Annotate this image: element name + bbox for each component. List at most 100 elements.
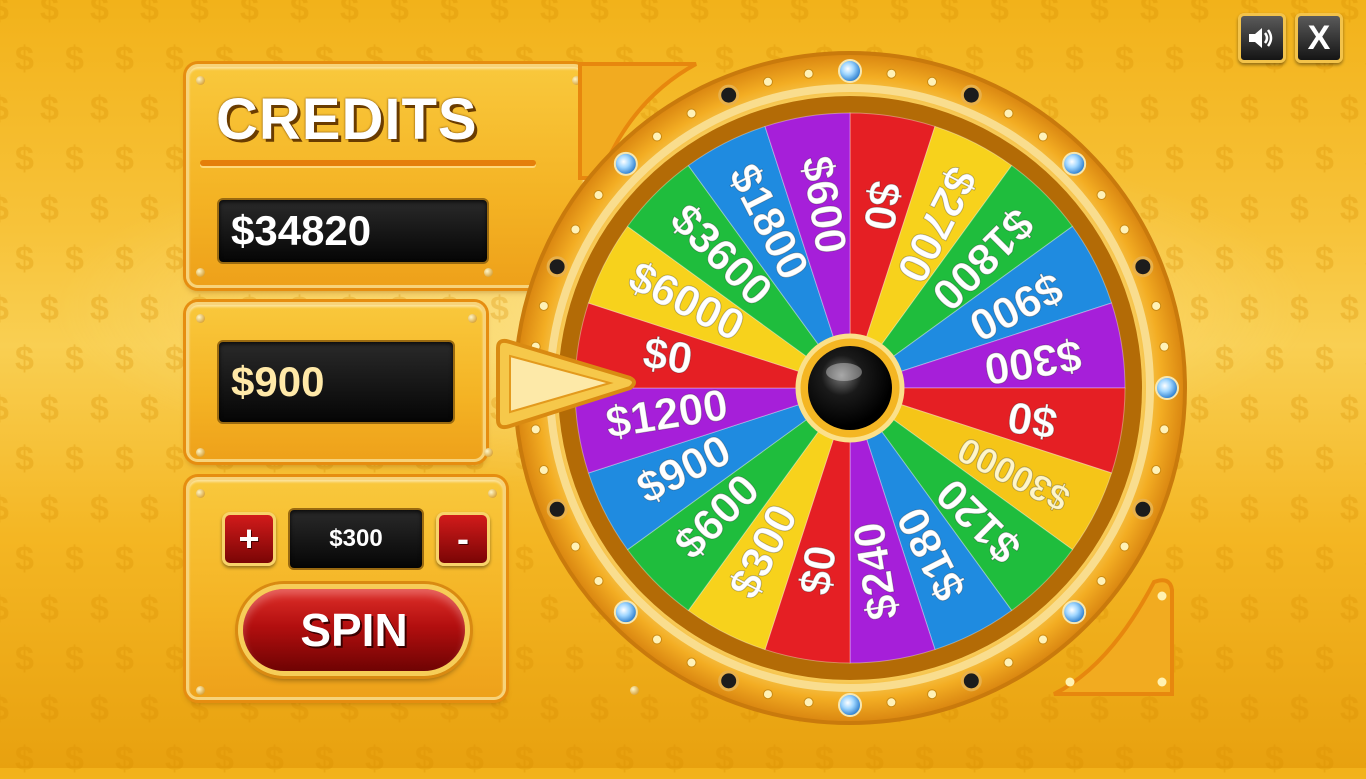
rivet <box>484 268 493 277</box>
dollar-pattern-glyph: $ <box>40 190 59 228</box>
dollar-pattern-glyph: $ <box>15 240 34 278</box>
dollar-pattern-glyph: $ <box>1215 240 1234 278</box>
dollar-pattern-glyph: $ <box>140 290 159 328</box>
rim-stud <box>652 131 663 142</box>
rim-bolt <box>546 498 568 520</box>
dollar-pattern-glyph: $ <box>1240 490 1259 528</box>
rim-stud <box>886 697 897 708</box>
dollar-pattern-glyph: $ <box>165 640 184 678</box>
dollar-pattern-glyph: $ <box>0 90 9 129</box>
dollar-pattern-glyph: $ <box>490 290 509 328</box>
dollar-pattern-glyph: $ <box>15 40 34 78</box>
dollar-pattern-glyph: $ <box>1290 290 1309 328</box>
rim-stud <box>593 575 604 586</box>
dollar-pattern-glyph: $ <box>40 390 59 428</box>
dollar-pattern-glyph: $ <box>1215 740 1234 778</box>
dollar-pattern-glyph: $ <box>65 140 84 178</box>
dollar-pattern-glyph: $ <box>1315 640 1334 678</box>
dollar-pattern-glyph: $ <box>1265 640 1284 678</box>
dollar-pattern-glyph: $ <box>665 740 684 778</box>
rim-stud <box>686 108 697 119</box>
dollar-pattern-glyph: $ <box>140 590 159 628</box>
dollar-pattern-glyph: $ <box>965 740 984 778</box>
dollar-pattern-glyph: $ <box>1240 190 1259 228</box>
dollar-pattern-glyph: $ <box>1340 390 1359 428</box>
dollar-pattern-glyph: $ <box>1115 740 1134 778</box>
dollar-pattern-glyph: $ <box>1240 690 1259 728</box>
rim-light <box>613 151 638 176</box>
dollar-pattern-glyph: $ <box>65 540 84 578</box>
dollar-pattern-glyph: $ <box>1265 340 1284 378</box>
dollar-pattern-glyph: $ <box>1140 0 1159 28</box>
dollar-pattern-glyph: $ <box>740 0 759 28</box>
dollar-pattern-glyph: $ <box>840 0 859 28</box>
segment-label: $0 <box>854 178 910 234</box>
rivet <box>196 268 205 277</box>
dollar-pattern-glyph: $ <box>1315 440 1334 478</box>
segment-label: $0 <box>790 542 846 598</box>
dollar-pattern-glyph: $ <box>1190 290 1209 328</box>
dollar-pattern-glyph: $ <box>65 740 84 778</box>
dollar-pattern-glyph: $ <box>1215 340 1234 378</box>
rim-bolt <box>718 670 740 692</box>
dollar-pattern-glyph: $ <box>0 690 9 729</box>
rim-stud <box>1151 465 1162 476</box>
win-display: $900 <box>217 340 455 424</box>
dollar-pattern-glyph: $ <box>1290 590 1309 628</box>
rim-bolt <box>1132 498 1154 520</box>
dollar-pattern-glyph: $ <box>165 240 184 278</box>
dollar-pattern-glyph: $ <box>615 740 634 778</box>
dollar-pattern-glyph: $ <box>115 40 134 78</box>
rim-stud <box>1151 300 1162 311</box>
dollar-pattern-glyph: $ <box>1240 290 1259 328</box>
dollar-pattern-glyph: $ <box>15 340 34 378</box>
dollar-pattern-glyph: $ <box>90 190 109 228</box>
rim-stud <box>762 76 773 87</box>
dollar-pattern-glyph: $ <box>1065 740 1084 778</box>
dollar-pattern-glyph: $ <box>115 740 134 778</box>
rivet <box>196 489 205 498</box>
dollar-pattern-glyph: $ <box>1190 390 1209 428</box>
dollar-pattern-glyph: $ <box>1290 190 1309 228</box>
dollar-pattern-glyph: $ <box>65 40 84 78</box>
bet-display: $300 <box>288 508 424 570</box>
rim-stud <box>652 634 663 645</box>
close-icon: X <box>1307 18 1331 57</box>
decrease-bet-button[interactable]: - <box>436 512 490 566</box>
spin-label: SPIN <box>300 604 408 656</box>
wheel-pointer <box>496 338 636 430</box>
increase-bet-button[interactable]: + <box>222 512 276 566</box>
dollar-pattern-glyph: $ <box>1315 140 1334 178</box>
dollar-pattern-glyph: $ <box>0 490 9 529</box>
dollar-pattern-glyph: $ <box>0 390 9 429</box>
dollar-pattern-glyph: $ <box>1340 90 1359 128</box>
rim-stud <box>686 657 697 668</box>
dollar-pattern-glyph: $ <box>315 740 334 778</box>
dollar-pattern-glyph: $ <box>0 590 9 629</box>
dollar-pattern-glyph: $ <box>1290 490 1309 528</box>
dollar-pattern-glyph: $ <box>1190 190 1209 228</box>
dollar-pattern-glyph: $ <box>115 340 134 378</box>
dollar-pattern-glyph: $ <box>165 340 184 378</box>
rim-stud <box>927 76 938 87</box>
dollar-pattern-glyph: $ <box>265 740 284 778</box>
dollar-pattern-glyph: $ <box>140 490 159 528</box>
dollar-pattern-glyph: $ <box>65 640 84 678</box>
dollar-pattern-glyph: $ <box>40 490 59 528</box>
dollar-pattern-glyph: $ <box>1190 590 1209 628</box>
spin-button[interactable]: SPIN <box>238 584 470 676</box>
dollar-pattern-glyph: $ <box>65 440 84 478</box>
sound-toggle-button[interactable] <box>1238 13 1286 63</box>
rim-bolt <box>546 256 568 278</box>
dollar-pattern-glyph: $ <box>1340 490 1359 528</box>
dollar-pattern-glyph: $ <box>1315 240 1334 278</box>
dollar-pattern-glyph: $ <box>690 0 709 28</box>
close-button[interactable]: X <box>1295 13 1343 63</box>
dollar-pattern-glyph: $ <box>140 90 159 128</box>
dollar-pattern-glyph: $ <box>40 0 59 28</box>
dollar-pattern-glyph: $ <box>1190 0 1209 28</box>
dollar-pattern-glyph: $ <box>1340 290 1359 328</box>
dollar-pattern-glyph: $ <box>1315 340 1334 378</box>
dollar-pattern-glyph: $ <box>490 0 509 28</box>
dollar-pattern-glyph: $ <box>465 740 484 778</box>
